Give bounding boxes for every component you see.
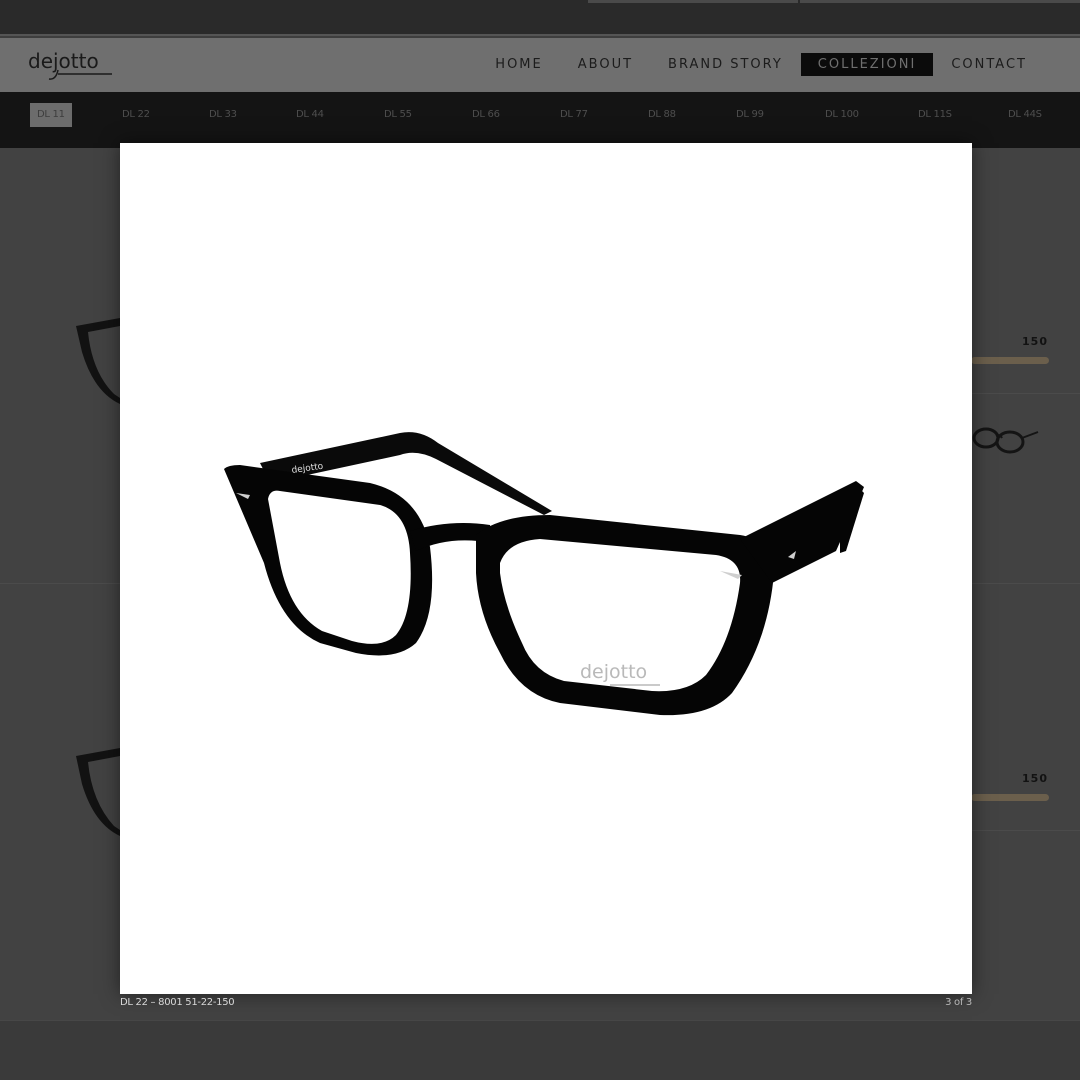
left-rim: [224, 465, 433, 656]
toolbar-highlight: [588, 0, 798, 3]
collection-tab-dl100[interactable]: DL 100: [825, 103, 859, 127]
rivet: [720, 571, 742, 579]
collection-tab-dl44s[interactable]: DL 44S: [1008, 103, 1042, 127]
collection-tab-dl88[interactable]: DL 88: [648, 103, 676, 127]
dejotto-logo[interactable]: dejotto: [28, 46, 112, 82]
collection-tab-dl11s[interactable]: DL 11S: [918, 103, 952, 127]
price-bar: [971, 794, 1049, 801]
nav-contact[interactable]: CONTACT: [934, 53, 1044, 76]
product-image: dejotto dejotto: [224, 432, 864, 716]
toolbar-highlight: [800, 0, 1080, 3]
main-nav: HOME ABOUT BRAND STORY COLLEZIONI CONTAC…: [477, 53, 1044, 76]
collection-tab-dl44[interactable]: DL 44: [296, 103, 324, 127]
collection-tab-dl66[interactable]: DL 66: [472, 103, 500, 127]
collection-nav: DL 11 DL 22 DL 33 DL 44 DL 55 DL 66 DL 7…: [0, 92, 1080, 148]
product-thumbnail[interactable]: [972, 420, 1042, 460]
collection-tab-dl55[interactable]: DL 55: [384, 103, 412, 127]
price-bar: [971, 357, 1049, 364]
lightbox[interactable]: dejotto dejotto: [120, 143, 972, 994]
product-price: 150: [1022, 335, 1048, 348]
row-divider: [972, 830, 1080, 831]
svg-text:dejotto: dejotto: [28, 49, 99, 73]
lightbox-caption: DL 22 – 8001 51-22-150: [120, 997, 235, 1008]
image-counter: 3 of 3: [945, 997, 972, 1008]
product-thumbnail[interactable]: [74, 312, 120, 404]
nav-home[interactable]: HOME: [478, 53, 559, 76]
browser-toolbar: [0, 0, 1080, 36]
site-header: dejotto HOME ABOUT BRAND STORY COLLEZION…: [0, 38, 1080, 92]
collection-tab-dl99[interactable]: DL 99: [736, 103, 764, 127]
product-thumbnail[interactable]: [74, 744, 120, 836]
product-price: 150: [1022, 772, 1048, 785]
collection-tab-dl77[interactable]: DL 77: [560, 103, 588, 127]
collection-tab-dl11[interactable]: DL 11: [30, 103, 72, 127]
nav-brand-story[interactable]: BRAND STORY: [651, 53, 800, 76]
lens-logo: dejotto: [580, 661, 647, 683]
collection-tab-dl33[interactable]: DL 33: [209, 103, 237, 127]
page-footer-area: [0, 1020, 1080, 1080]
row-divider: [972, 393, 1080, 394]
collection-tab-dl22[interactable]: DL 22: [122, 103, 150, 127]
nav-about[interactable]: ABOUT: [561, 53, 650, 76]
nav-collezioni[interactable]: COLLEZIONI: [800, 53, 934, 76]
